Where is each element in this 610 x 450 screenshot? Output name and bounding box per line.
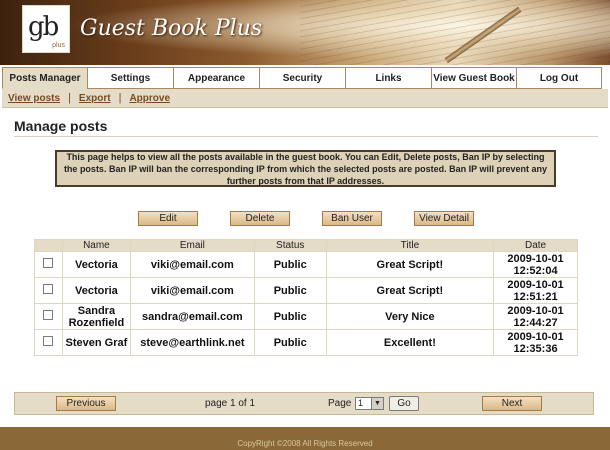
logo-sub-text: plus	[52, 42, 65, 49]
title-column-header: Title	[325, 239, 495, 252]
row-status: Public	[253, 303, 327, 330]
copyright-text: CopyRight ©2008 All Rights Reserved	[237, 439, 373, 448]
tab-security[interactable]: Security	[259, 67, 346, 89]
table-row[interactable]: Vectoria viki@email.com Public Great Scr…	[34, 251, 578, 278]
email-column-header: Email	[129, 239, 255, 252]
export-link[interactable]: Export	[79, 93, 111, 104]
pagination-bar: Previous page 1 of 1 Page 1 ▼ Go Next	[14, 392, 594, 415]
row-date-day: 2009-10-01	[507, 278, 564, 291]
name-column-header: Name	[61, 239, 131, 252]
previous-button[interactable]: Previous	[56, 396, 116, 411]
tab-log-out[interactable]: Log Out	[516, 67, 602, 89]
row-status: Public	[253, 251, 327, 278]
row-name: Vectoria	[61, 277, 131, 304]
row-title: Great Script!	[325, 277, 495, 304]
row-checkbox[interactable]	[43, 336, 54, 346]
sub-navigation: View posts | Export | Approve	[2, 89, 608, 108]
page-select-value: 1	[358, 398, 364, 408]
status-column-header: Status	[253, 239, 327, 252]
go-button[interactable]: Go	[389, 396, 419, 411]
row-date-day: 2009-10-01	[507, 252, 564, 265]
table-row[interactable]: Vectoria viki@email.com Public Great Scr…	[34, 277, 578, 304]
view-posts-link[interactable]: View posts	[8, 93, 60, 104]
row-date-time: 12:35:36	[513, 342, 558, 355]
row-title: Excellent!	[325, 329, 495, 356]
table-row[interactable]: Sandra Rozenfield sandra@email.com Publi…	[34, 303, 578, 330]
page-info: page 1 of 1	[205, 398, 256, 409]
tab-settings[interactable]: Settings	[87, 67, 174, 89]
posts-table: Name Email Status Title Date Vectoria vi…	[34, 239, 578, 356]
logo: gb plus	[22, 5, 70, 53]
edit-button[interactable]: Edit	[138, 211, 198, 226]
app-title: Guest Book Plus	[80, 16, 263, 41]
row-status: Public	[253, 329, 327, 356]
approve-link[interactable]: Approve	[129, 93, 170, 104]
row-checkbox[interactable]	[43, 310, 54, 320]
subnav-separator: |	[68, 92, 71, 104]
table-row[interactable]: Steven Graf steve@earthlink.net Public E…	[34, 329, 578, 356]
next-button[interactable]: Next	[482, 396, 542, 411]
tab-view-guest-book[interactable]: View Guest Book	[431, 67, 517, 89]
row-checkbox[interactable]	[43, 258, 54, 268]
row-date-time: 12:52:04	[513, 264, 558, 277]
row-checkbox[interactable]	[43, 284, 54, 294]
tab-posts-manager[interactable]: Posts Manager	[2, 67, 88, 89]
chevron-down-icon[interactable]: ▼	[371, 398, 383, 409]
row-date-day: 2009-10-01	[507, 330, 564, 343]
row-title: Great Script!	[325, 251, 495, 278]
date-column-header: Date	[493, 239, 578, 252]
title-divider	[14, 136, 598, 137]
info-message: This page helps to view all the posts av…	[55, 150, 556, 187]
subnav-separator: |	[118, 92, 122, 104]
logo-text: gb	[28, 12, 59, 42]
row-date: 2009-10-01 12:35:36	[493, 329, 578, 356]
tab-links[interactable]: Links	[345, 67, 432, 89]
header-banner: gb plus Guest Book Plus	[0, 0, 610, 65]
table-header-row: Name Email Status Title Date	[34, 239, 578, 252]
row-name: Vectoria	[61, 251, 131, 278]
row-email: steve@earthlink.net	[129, 329, 255, 356]
row-email: sandra@email.com	[129, 303, 255, 330]
page-select[interactable]: 1 ▼	[355, 397, 384, 410]
info-message-text: This page helps to view all the posts av…	[63, 151, 548, 186]
select-column-header	[34, 239, 63, 252]
row-name: Sandra Rozenfield	[61, 303, 131, 330]
row-date-time: 12:51:21	[513, 290, 558, 303]
delete-button[interactable]: Delete	[230, 211, 290, 226]
row-status: Public	[253, 277, 327, 304]
row-title: Very Nice	[325, 303, 495, 330]
row-date: 2009-10-01 12:44:27	[493, 303, 578, 330]
ban-user-button[interactable]: Ban User	[322, 211, 382, 226]
main-tabs: Posts Manager Settings Appearance Securi…	[2, 67, 608, 89]
row-email: viki@email.com	[129, 251, 255, 278]
row-date-time: 12:44:27	[513, 316, 558, 329]
view-detail-button[interactable]: View Detail	[414, 211, 474, 226]
tab-appearance[interactable]: Appearance	[173, 67, 260, 89]
row-date: 2009-10-01 12:51:21	[493, 277, 578, 304]
page-label: Page	[328, 398, 352, 409]
page-title: Manage posts	[14, 118, 108, 134]
row-date: 2009-10-01 12:52:04	[493, 251, 578, 278]
row-email: viki@email.com	[129, 277, 255, 304]
row-name: Steven Graf	[61, 329, 131, 356]
footer: CopyRight ©2008 All Rights Reserved	[0, 427, 610, 450]
row-date-day: 2009-10-01	[507, 304, 564, 317]
